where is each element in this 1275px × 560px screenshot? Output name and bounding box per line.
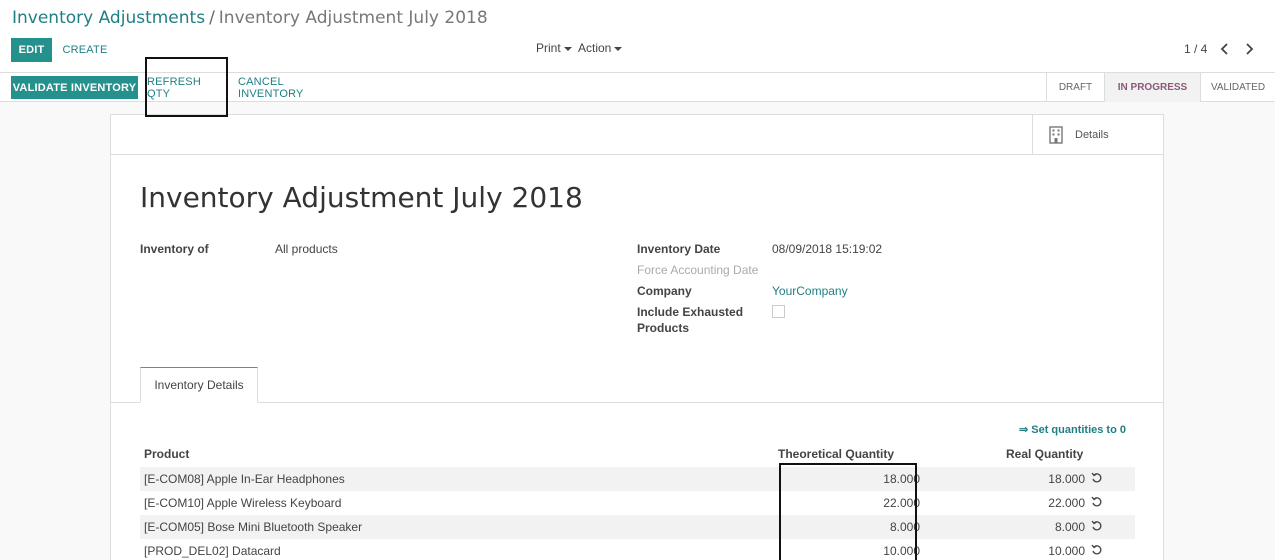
breadcrumb-parent-link[interactable]: Inventory Adjustments: [12, 8, 205, 28]
stage-validated: VALIDATED: [1200, 73, 1275, 102]
company-label: Company: [637, 284, 692, 298]
stage-indicator: DRAFT IN PROGRESS VALIDATED: [1046, 73, 1275, 102]
pager-previous-icon[interactable]: [1218, 40, 1234, 58]
pager-value[interactable]: 1 / 4: [1184, 42, 1207, 56]
chevron-down-icon: [563, 46, 572, 51]
inventory-date-value: 08/09/2018 15:19:02: [772, 242, 883, 256]
product-cell: [E-COM05] Bose Mini Bluetooth Speaker: [144, 520, 363, 534]
edit-button[interactable]: EDIT: [11, 38, 52, 62]
include-exhausted-label: Include Exhausted: [637, 305, 744, 319]
reset-quantity-icon[interactable]: [1091, 544, 1103, 556]
print-label: Print: [536, 41, 561, 55]
real-quantity-cell[interactable]: 8.000: [1055, 520, 1085, 534]
inventory-of-value: All products: [275, 242, 338, 256]
product-cell: [PROD_DEL02] Datacard: [144, 544, 281, 558]
inventory-of-label: Inventory of: [140, 242, 209, 256]
table-row[interactable]: [E-COM08] Apple In-Ear Headphones 18.000…: [140, 467, 1135, 491]
validate-inventory-button[interactable]: VALIDATE INVENTORY: [11, 76, 138, 99]
breadcrumb: Inventory Adjustments / Inventory Adjustme…: [12, 8, 488, 28]
stage-in-progress: IN PROGRESS: [1104, 73, 1200, 102]
set-quantities-to-zero-link[interactable]: ⇒ Set quantities to 0: [1019, 423, 1126, 436]
table-row[interactable]: [E-COM10] Apple Wireless Keyboard 22.000…: [140, 491, 1135, 515]
reset-quantity-icon[interactable]: [1091, 472, 1103, 484]
force-accounting-date-label: Force Accounting Date: [637, 263, 759, 277]
table-row[interactable]: [E-COM05] Bose Mini Bluetooth Speaker 8.…: [140, 515, 1135, 539]
tab-inventory-details[interactable]: Inventory Details: [140, 367, 258, 403]
reset-quantity-icon[interactable]: [1091, 520, 1103, 532]
breadcrumb-current: Inventory Adjustment July 2018: [218, 8, 488, 28]
product-cell: [E-COM08] Apple In-Ear Headphones: [144, 472, 345, 486]
pager-next-icon[interactable]: [1242, 40, 1258, 58]
include-exhausted-label-line2: Products: [637, 321, 690, 335]
reset-quantity-icon[interactable]: [1091, 496, 1103, 508]
action-dropdown[interactable]: Action: [578, 41, 623, 55]
real-quantity-cell[interactable]: 10.000: [1048, 544, 1085, 558]
table-row[interactable]: [PROD_DEL02] Datacard 10.000 10.000: [140, 539, 1135, 560]
column-header-theoretical-quantity[interactable]: Theoretical Quantity: [778, 447, 894, 461]
record-title: Inventory Adjustment July 2018: [140, 181, 583, 214]
chevron-down-icon: [614, 46, 623, 51]
column-header-real-quantity[interactable]: Real Quantity: [1006, 447, 1083, 461]
create-button[interactable]: CREATE: [60, 38, 110, 62]
print-dropdown[interactable]: Print: [536, 41, 572, 55]
breadcrumb-separator: /: [209, 8, 215, 28]
inventory-date-label: Inventory Date: [637, 242, 721, 256]
stage-draft: DRAFT: [1046, 73, 1104, 102]
action-label: Action: [578, 41, 612, 55]
product-cell: [E-COM10] Apple Wireless Keyboard: [144, 496, 342, 510]
form-sheet: Details Inventory Adjustment July 2018 I…: [110, 114, 1164, 560]
building-icon: [1049, 126, 1063, 144]
real-quantity-cell[interactable]: 22.000: [1048, 496, 1085, 510]
details-button[interactable]: Details: [1032, 115, 1163, 155]
button-box: Details: [111, 115, 1163, 155]
highlight-box-theoretical-quantity: [779, 463, 917, 560]
include-exhausted-checkbox[interactable]: [772, 305, 785, 318]
cancel-inventory-button[interactable]: CANCEL INVENTORY: [238, 76, 348, 100]
real-quantity-cell[interactable]: 18.000: [1048, 472, 1085, 486]
notebook-tabs: Inventory Details: [111, 367, 1163, 403]
highlight-box-refresh-qty: [145, 57, 228, 117]
details-label: Details: [1075, 129, 1109, 141]
company-link[interactable]: YourCompany: [772, 284, 848, 298]
column-header-product[interactable]: Product: [144, 447, 189, 461]
